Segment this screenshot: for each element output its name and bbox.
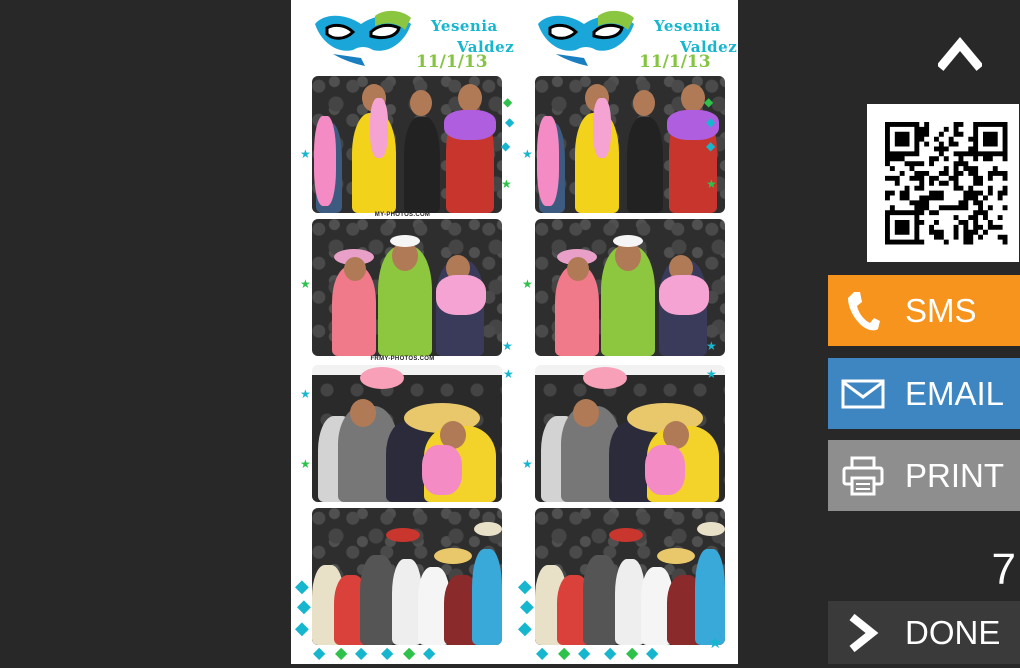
- strip-header: Yesenia Valdez 11/1/13: [291, 0, 514, 74]
- print-label: PRINT: [905, 456, 1004, 494]
- booth-photo-2: [535, 219, 725, 356]
- print-button[interactable]: PRINT: [828, 440, 1020, 511]
- sms-label: SMS: [905, 291, 977, 329]
- diamond-border: ◆ ◆ ◆ ◆ ◆ ◆: [536, 645, 659, 662]
- diamond-decoration: ◆: [520, 596, 534, 616]
- printer-icon: [828, 440, 898, 511]
- star-decoration: ★: [501, 177, 512, 191]
- chevron-right-icon: [828, 597, 898, 668]
- diamond-decoration: ◆: [295, 576, 309, 596]
- star-decoration: ★: [522, 147, 533, 161]
- booth-photo-4: [535, 508, 725, 645]
- sms-button[interactable]: SMS: [828, 275, 1020, 346]
- star-decoration: ★: [522, 277, 533, 291]
- star-decoration: ★: [300, 387, 311, 401]
- star-decoration: ★: [503, 367, 514, 381]
- diamond-border: ◆ ◆ ◆ ◆ ◆ ◆: [313, 645, 436, 662]
- star-decoration: ★: [300, 277, 311, 291]
- phone-icon: [828, 275, 898, 346]
- masquerade-mask-logo: [315, 10, 411, 66]
- envelope-icon: [828, 358, 898, 429]
- booth-photo-4: [312, 508, 502, 645]
- photo-credit: FRMY-PHOTOS.COM: [370, 356, 435, 362]
- booth-photo-1: [535, 76, 725, 213]
- celebrant-first-name: Yesenia: [654, 17, 721, 35]
- diamond-decoration: ◆: [704, 95, 714, 109]
- strip-header: Yesenia Valdez 11/1/13: [514, 0, 737, 74]
- diamond-decoration: ◆: [518, 618, 532, 638]
- chevron-up-icon: [938, 36, 982, 71]
- photo-credit: MY-PHOTOS.COM: [374, 212, 431, 218]
- star-decoration: ★: [706, 339, 717, 353]
- done-button[interactable]: DONE: [828, 601, 1020, 664]
- star-decoration: ★: [502, 339, 513, 353]
- qr-code-icon: [885, 122, 1008, 245]
- masquerade-mask-logo: [538, 10, 634, 66]
- email-label: EMAIL: [905, 374, 1005, 412]
- star-decoration: ★: [522, 457, 533, 471]
- diamond-decoration: ◆: [706, 115, 716, 129]
- event-date: 11/1/13: [639, 52, 711, 72]
- qr-code: [867, 104, 1019, 262]
- booth-photo-1: [312, 76, 502, 213]
- event-date: 11/1/13: [416, 52, 488, 72]
- diamond-decoration: ◆: [297, 596, 311, 616]
- diamond-decoration: ◆: [295, 618, 309, 638]
- diamond-decoration: ◆: [503, 95, 513, 109]
- booth-photo-3: [312, 365, 502, 502]
- countdown-timer: 7: [991, 545, 1016, 594]
- star-decoration: ★: [300, 457, 311, 471]
- star-decoration: ★: [300, 147, 311, 161]
- diamond-decoration: ◆: [501, 139, 511, 153]
- star-decoration: ★: [706, 367, 717, 381]
- scroll-up-button[interactable]: [930, 28, 990, 80]
- email-button[interactable]: EMAIL: [828, 358, 1020, 429]
- photo-strip-copy-right: Yesenia Valdez 11/1/13 ◆ ◆ ◆ ★ ★ ★ ★ ★ ★…: [514, 0, 737, 664]
- photo-strip-preview: Yesenia Valdez 11/1/13 MY-PHOTOS.COM FRM…: [291, 0, 738, 664]
- celebrant-first-name: Yesenia: [431, 17, 498, 35]
- photo-strip-copy-left: Yesenia Valdez 11/1/13 MY-PHOTOS.COM FRM…: [291, 0, 514, 664]
- diamond-decoration: ◆: [518, 576, 532, 596]
- diamond-decoration: ◆: [505, 115, 515, 129]
- done-label: DONE: [905, 613, 1001, 651]
- booth-photo-2: [312, 219, 502, 356]
- booth-photo-3: [535, 365, 725, 502]
- diamond-decoration: ◆: [706, 139, 716, 153]
- star-decoration: ★: [706, 177, 717, 191]
